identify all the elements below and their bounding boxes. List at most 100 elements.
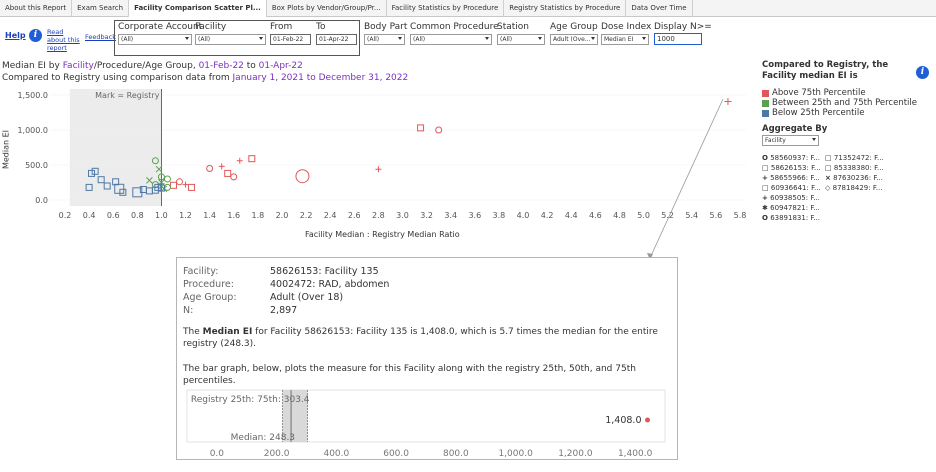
shape-legend-item[interactable]: ◇ 87818429: F... <box>825 184 884 194</box>
shape-legend-col1: O 58560937: F... □ 58626153: F... + 5865… <box>762 154 821 224</box>
registry-percentile-label: Registry 25th: 75th: 303.4 <box>191 395 310 405</box>
x-tick-label: 3.6 <box>468 211 481 220</box>
body-part-select[interactable]: (All) <box>364 34 405 45</box>
legend-item-between[interactable]: Between 25th and 75th Percentile <box>762 98 917 108</box>
read-about-link[interactable]: Read about this report <box>47 28 82 52</box>
tooltip-n-label: N: <box>183 305 194 316</box>
legend-label: Between 25th and 75th Percentile <box>772 98 917 108</box>
shape-legend-item[interactable]: + 58655966: F... <box>762 174 821 184</box>
legend-swatch <box>762 109 769 117</box>
data-point[interactable] <box>224 169 232 177</box>
data-point[interactable] <box>206 165 214 172</box>
shape-legend-item[interactable]: × 87630236: F... <box>825 174 884 184</box>
x-tick-label: 5.4 <box>685 211 698 220</box>
facility-select[interactable]: (All) <box>195 34 266 45</box>
bar-x-tick-label: 800.0 <box>443 449 469 459</box>
data-point[interactable] <box>236 157 243 164</box>
tab-facility-statistics[interactable]: Facility Statistics by Procedure <box>387 0 505 17</box>
shape-legend-item[interactable]: O 63891831: F... <box>762 214 821 224</box>
aggregate-by-select[interactable]: Facility <box>762 135 819 146</box>
tooltip-facility-value: 58626153: Facility 135 <box>270 266 379 277</box>
legend-item-above[interactable]: Above 75th Percentile <box>762 88 917 98</box>
x-tick-label: 4.2 <box>541 211 554 220</box>
y-axis-label-holder: Median EI <box>0 130 12 169</box>
tab-data-over-time[interactable]: Data Over Time <box>626 0 693 17</box>
shape-legend-item[interactable]: □ 71352472: F... <box>825 154 884 164</box>
tooltip-n-value: 2,897 <box>270 305 298 316</box>
x-tick-label: 3.4 <box>444 211 457 220</box>
x-tick-label: 2.4 <box>324 211 337 220</box>
data-point[interactable] <box>724 97 732 105</box>
x-tick-label: 1.0 <box>155 211 168 220</box>
info-icon[interactable]: i <box>29 29 42 42</box>
bar-x-tick-label: 1,000.0 <box>498 449 533 459</box>
info-icon[interactable]: i <box>916 66 929 79</box>
color-legend: Above 75th Percentile Between 25th and 7… <box>762 88 917 118</box>
data-point[interactable] <box>230 173 238 181</box>
data-point[interactable] <box>169 181 177 189</box>
tab-about[interactable]: About this Report <box>0 0 73 17</box>
shape-legend-item[interactable]: + 60938505: F... <box>762 194 821 204</box>
shape-legend-item[interactable]: □ 85338380: F... <box>825 164 884 174</box>
x-tick-label: 3.8 <box>493 211 506 220</box>
chart-subtitle: Compared to Registry using comparison da… <box>2 73 408 83</box>
shape-legend-item[interactable]: O 58560937: F... <box>762 154 821 164</box>
data-point[interactable] <box>182 181 189 188</box>
x-tick-label: 0.6 <box>107 211 120 220</box>
x-tick-label: 2.0 <box>276 211 289 220</box>
title-from-date: 01-Feb-22 <box>198 61 244 71</box>
bar-x-tick-label: 600.0 <box>383 449 409 459</box>
x-tick-label: 1.2 <box>179 211 192 220</box>
x-tick-label: 3.2 <box>420 211 433 220</box>
help-link[interactable]: Help <box>5 31 26 40</box>
title-text: /Procedure/Age Group, <box>93 61 199 71</box>
shape-legend-item[interactable]: ✱ 60947821: F... <box>762 204 821 214</box>
from-date-input[interactable]: 01-Feb-22 <box>270 34 311 45</box>
data-point[interactable] <box>176 178 184 186</box>
feedback-link[interactable]: Feedback <box>85 33 116 41</box>
tab-exam-search[interactable]: Exam Search <box>72 0 130 17</box>
legend-item-below[interactable]: Below 25th Percentile <box>762 108 917 118</box>
chevron-down-icon <box>591 37 595 40</box>
data-point[interactable] <box>218 163 225 170</box>
shape-legend-col2: □ 71352472: F... □ 85338380: F... × 8763… <box>825 154 884 194</box>
x-axis-label: Facility Median : Registry Median Ratio <box>305 230 460 239</box>
y-tick-label: 1,500.0 <box>17 91 48 100</box>
chart-title: Median EI by Facility/Procedure/Age Grou… <box>2 61 303 71</box>
facility-value-point[interactable] <box>645 417 651 423</box>
dose-index-select[interactable]: Median EI <box>601 34 649 45</box>
data-point[interactable] <box>295 169 310 184</box>
common-procedure-select[interactable]: (All) <box>410 34 492 45</box>
bar-x-tick-label: 0.0 <box>210 449 225 459</box>
tooltip-procedure-value: 4002472: RAD, abdomen <box>270 279 390 290</box>
tooltip-age-label: Age Group: <box>183 292 237 303</box>
station-select[interactable]: (All) <box>497 34 545 45</box>
tab-box-plots[interactable]: Box Plots by Vendor/Group/Pr... <box>267 0 387 17</box>
corporate-account-label: Corporate Account <box>118 22 203 32</box>
data-point[interactable] <box>248 155 256 163</box>
data-point[interactable] <box>188 183 196 191</box>
age-group-select[interactable]: Adult (Ove... <box>550 34 598 45</box>
chevron-down-icon <box>812 138 816 141</box>
x-tick-label: 4.4 <box>565 211 578 220</box>
tab-registry-statistics[interactable]: Registry Statistics by Procedure <box>504 0 627 17</box>
display-n-input[interactable]: 1000 <box>654 33 702 45</box>
shape-legend-item[interactable]: □ 58626153: F... <box>762 164 821 174</box>
shape-legend-item[interactable]: □ 60936641: F... <box>762 184 821 194</box>
corporate-account-select[interactable]: (All) <box>118 34 192 45</box>
bar-x-tick-label: 1,400.0 <box>618 449 653 459</box>
y-tick-label: 0.0 <box>35 196 48 205</box>
tab-facility-comparison[interactable]: Facility Comparison Scatter Pl... <box>129 0 267 17</box>
tooltip-bar-chart: Registry 25th: 75th: 303.4 Median: 248.3 1… <box>186 389 666 459</box>
title-facility-link[interactable]: Facility <box>63 61 94 71</box>
aggregate-by-label: Aggregate By <box>762 124 828 134</box>
x-tick-label: 2.6 <box>348 211 361 220</box>
data-point[interactable] <box>163 175 171 183</box>
to-date-input[interactable]: 01-Apr-22 <box>316 34 357 45</box>
x-tick-label: 0.4 <box>83 211 96 220</box>
chevron-down-icon <box>538 37 542 40</box>
x-tick-label: 1.4 <box>203 211 216 220</box>
x-tick-label: 5.0 <box>637 211 650 220</box>
legend-label: Below 25th Percentile <box>772 108 865 118</box>
data-point[interactable] <box>375 166 382 173</box>
